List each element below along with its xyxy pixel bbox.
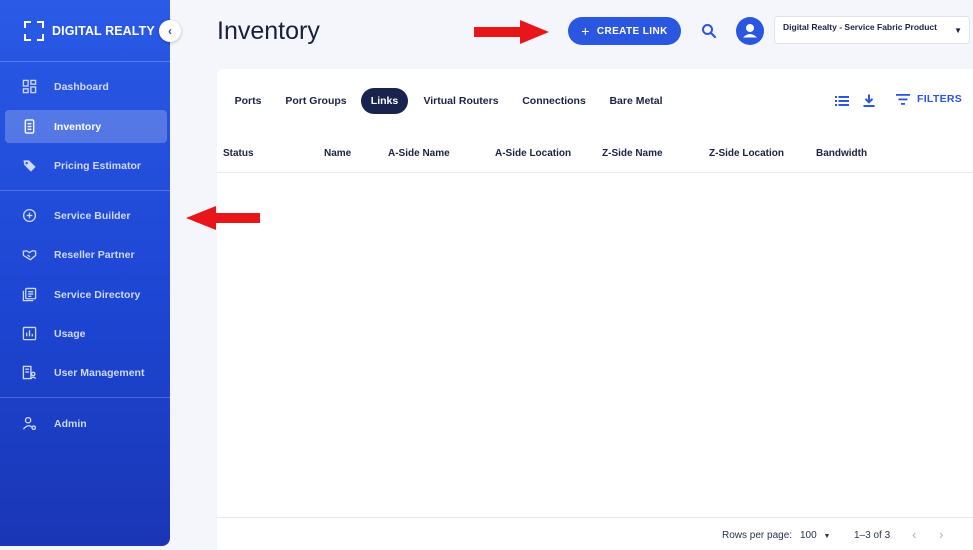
rows-per-page-label: Rows per page: — [722, 530, 793, 541]
search-icon[interactable] — [700, 22, 718, 40]
sidebar-item-label: User Management — [54, 366, 145, 379]
sidebar-item-admin[interactable]: Admin — [5, 407, 167, 440]
admin-icon — [21, 416, 37, 432]
filter-icon — [896, 93, 910, 105]
sidebar-item-label: Pricing Estimator — [54, 159, 141, 172]
column-status[interactable]: Status — [223, 148, 254, 159]
column-a-side-location[interactable]: A-Side Location — [495, 148, 571, 159]
collapse-sidebar-button[interactable]: ‹ — [159, 20, 181, 42]
sidebar-item-label: Service Builder — [54, 209, 131, 222]
annotation-arrow-left-icon — [186, 206, 260, 230]
sidebar-divider — [0, 190, 170, 191]
rows-per-page-select[interactable]: 100 ▼ — [800, 530, 830, 541]
avatar[interactable] — [736, 17, 764, 45]
column-name[interactable]: Name — [324, 148, 351, 159]
digital-realty-logo-icon — [24, 21, 44, 41]
handshake-icon — [21, 247, 37, 263]
table-header: Status Name A-Side Name A-Side Location … — [217, 143, 973, 173]
previous-page-icon[interactable]: ‹ — [912, 527, 916, 542]
logo-text: DIGITAL REALTY — [52, 24, 155, 38]
download-icon[interactable] — [862, 94, 876, 108]
column-bandwidth[interactable]: Bandwidth — [816, 148, 867, 159]
page-range: 1–3 of 3 — [854, 530, 891, 541]
inventory-panel: Ports Port Groups Links Virtual Routers … — [217, 69, 973, 550]
annotation-arrow-right-icon — [474, 20, 549, 44]
tab-bare-metal[interactable]: Bare Metal — [603, 88, 669, 114]
user-icon — [743, 24, 757, 38]
column-z-side-location[interactable]: Z-Side Location — [709, 148, 784, 159]
sidebar-item-inventory[interactable]: Inventory — [5, 110, 167, 143]
next-page-icon[interactable]: › — [939, 527, 943, 542]
dashboard-icon — [21, 79, 37, 95]
user-management-icon — [21, 365, 37, 381]
filters-label: FILTERS — [917, 93, 963, 105]
create-link-label: CREATE LINK — [596, 25, 668, 37]
column-z-side-name[interactable]: Z-Side Name — [602, 148, 663, 159]
tag-icon — [21, 158, 37, 174]
filters-button[interactable]: FILTERS — [896, 93, 962, 105]
create-link-button[interactable]: + CREATE LINK — [568, 17, 681, 45]
sidebar-divider — [0, 61, 170, 62]
table-pagination: Rows per page: 100 ▼ 1–3 of 3 ‹ › — [217, 517, 973, 550]
sidebar-item-label: Usage — [54, 327, 86, 340]
list-view-icon[interactable] — [835, 94, 849, 108]
tab-ports[interactable]: Ports — [227, 88, 269, 114]
page-title: Inventory — [217, 17, 320, 45]
sidebar-divider — [0, 397, 170, 398]
sidebar-item-label: Inventory — [54, 120, 102, 133]
logo[interactable]: DIGITAL REALTY — [24, 21, 155, 41]
sidebar-item-dashboard[interactable]: Dashboard — [5, 70, 167, 103]
sidebar-item-reseller-partner[interactable]: Reseller Partner — [5, 238, 167, 271]
sidebar-item-pricing-estimator[interactable]: Pricing Estimator — [5, 149, 167, 182]
sidebar-item-label: Dashboard — [54, 80, 109, 93]
sidebar-item-user-management[interactable]: User Management — [5, 356, 167, 389]
organization-select[interactable]: Digital Realty - Service Fabric Product … — [774, 16, 970, 44]
caret-down-icon: ▼ — [954, 26, 962, 35]
rows-per-page-value: 100 — [800, 530, 817, 541]
chevron-left-icon: ‹ — [168, 24, 172, 38]
inventory-icon — [21, 119, 37, 135]
plus-circle-icon — [21, 208, 37, 224]
tab-links[interactable]: Links — [361, 88, 408, 114]
chart-icon — [21, 326, 37, 342]
sidebar-item-usage[interactable]: Usage — [5, 317, 167, 350]
sidebar-item-label: Admin — [54, 417, 87, 430]
directory-icon — [21, 287, 37, 303]
sidebar: DIGITAL REALTY Dashboard Inventory Prici… — [0, 0, 170, 546]
column-a-side-name[interactable]: A-Side Name — [388, 148, 450, 159]
caret-down-icon: ▼ — [823, 533, 831, 540]
tab-connections[interactable]: Connections — [517, 88, 591, 114]
sidebar-item-label: Service Directory — [54, 288, 141, 301]
sidebar-item-label: Reseller Partner — [54, 248, 135, 261]
sidebar-item-service-builder[interactable]: Service Builder — [5, 199, 167, 232]
tab-virtual-routers[interactable]: Virtual Routers — [417, 88, 505, 114]
tab-port-groups[interactable]: Port Groups — [279, 88, 353, 114]
plus-icon: + — [581, 23, 590, 39]
sidebar-item-service-directory[interactable]: Service Directory — [5, 278, 167, 311]
organization-name: Digital Realty - Service Fabric Product — [783, 22, 937, 32]
